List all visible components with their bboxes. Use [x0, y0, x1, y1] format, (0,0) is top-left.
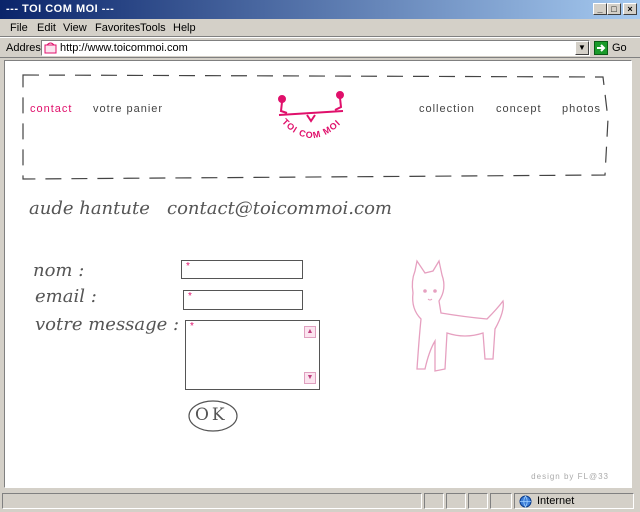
nav-photos[interactable]: photos — [562, 103, 601, 115]
message-textarea[interactable]: * ▲ ▼ — [185, 320, 320, 390]
status-zone-label: Internet — [537, 495, 575, 507]
window-title: --- TOI COM MOI --- — [6, 3, 115, 15]
go-button[interactable]: Go — [594, 40, 634, 56]
status-cell-4 — [490, 493, 512, 509]
maximize-button[interactable]: □ — [607, 3, 621, 15]
ok-label: OK — [195, 405, 228, 425]
contact-line: aude hantute contact@toicommoi.com — [29, 198, 392, 219]
go-arrow-icon — [594, 41, 608, 55]
page-icon — [44, 42, 57, 54]
status-bar: Internet — [0, 490, 640, 512]
menu-view[interactable]: View — [63, 22, 87, 34]
nav-contact[interactable]: contact — [30, 103, 72, 115]
globe-icon — [519, 495, 532, 508]
required-mark: * — [186, 261, 190, 272]
page-content: contact votre panier collection concept … — [4, 60, 632, 488]
nom-input[interactable]: * — [181, 260, 303, 279]
address-input[interactable]: http://www.toicommoi.com ▼ — [41, 40, 590, 56]
required-mark: * — [190, 321, 194, 332]
address-url: http://www.toicommoi.com — [60, 42, 188, 54]
menu-help[interactable]: Help — [173, 22, 196, 34]
status-cell-3 — [468, 493, 488, 509]
close-button[interactable]: × — [623, 3, 637, 15]
message-label: votre message : — [35, 314, 180, 335]
go-label: Go — [612, 42, 627, 54]
menu-favorites[interactable]: Favorites — [95, 22, 140, 34]
minimize-button[interactable]: _ — [593, 3, 607, 15]
scroll-down-button[interactable]: ▼ — [304, 372, 316, 384]
nav-concept[interactable]: concept — [496, 103, 542, 115]
title-bar: --- TOI COM MOI --- _ □ × — [0, 0, 640, 19]
nav-collection[interactable]: collection — [419, 103, 475, 115]
required-mark: * — [188, 291, 192, 302]
address-dropdown-button[interactable]: ▼ — [575, 41, 589, 55]
address-bar: Address http://www.toicommoi.com ▼ Go — [0, 37, 640, 58]
nav-votre-panier[interactable]: votre panier — [93, 103, 163, 115]
email-label: email : — [35, 286, 97, 307]
status-zone: Internet — [514, 493, 634, 509]
menu-tools[interactable]: Tools — [140, 22, 166, 34]
menu-file[interactable]: File — [10, 22, 28, 34]
ok-button[interactable]: OK — [187, 399, 239, 433]
menu-bar: File Edit View Favorites Tools Help — [0, 19, 640, 37]
status-cell-2 — [446, 493, 466, 509]
dog-sketch — [411, 259, 504, 372]
status-cell-1 — [424, 493, 444, 509]
logo[interactable]: TOI COM MOI — [267, 87, 357, 157]
nom-label: nom : — [33, 260, 85, 281]
design-credit: design by FL@33 — [531, 472, 609, 481]
email-input[interactable]: * — [183, 290, 303, 310]
scroll-up-button[interactable]: ▲ — [304, 326, 316, 338]
status-text — [2, 493, 422, 509]
menu-edit[interactable]: Edit — [37, 22, 56, 34]
